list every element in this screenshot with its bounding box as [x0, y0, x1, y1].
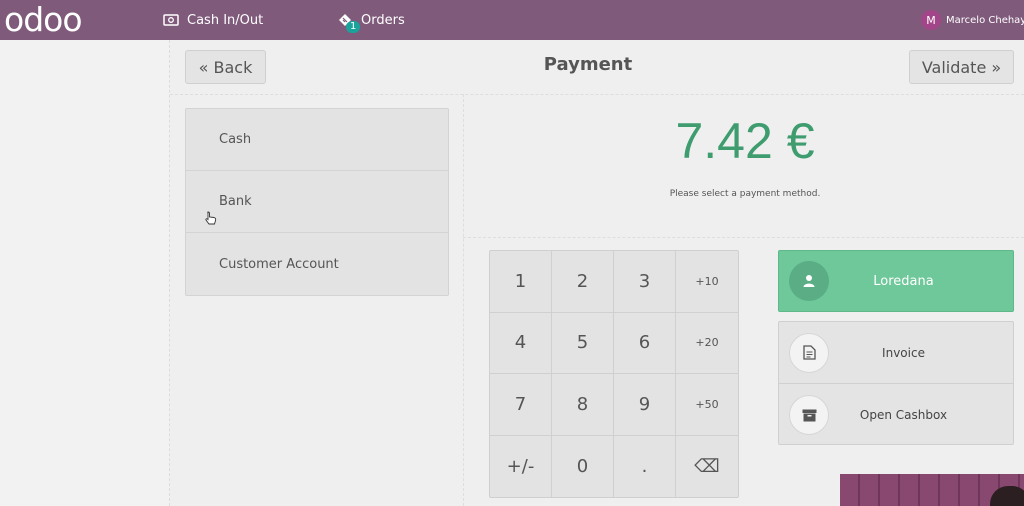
- numpad: 1 2 3 +10 4 5 6 +20 7 8 9 +50 +/- 0 . ⌫: [489, 250, 739, 498]
- customer-name: Loredana: [873, 273, 934, 289]
- user-name: Marcelo Chehayeb: [946, 14, 1024, 26]
- cash-in-out-button[interactable]: Cash In/Out: [163, 0, 263, 40]
- invoice-label: Invoice: [882, 345, 925, 360]
- payment-method-cash[interactable]: Cash: [186, 109, 448, 171]
- webcam-overlay: [840, 474, 1024, 506]
- customer-button[interactable]: Loredana: [778, 250, 1014, 312]
- user-icon: [789, 261, 829, 301]
- numpad-key-6[interactable]: 6: [614, 312, 676, 374]
- open-cashbox-button[interactable]: Open Cashbox: [779, 384, 1013, 446]
- file-text-icon: [789, 332, 829, 373]
- archive-icon: [789, 395, 829, 435]
- validate-button[interactable]: Validate »: [909, 50, 1014, 84]
- hand-cursor-icon: [205, 210, 217, 229]
- orders-count-badge: 1: [346, 21, 361, 33]
- user-menu[interactable]: M Marcelo Chehayeb: [921, 10, 1024, 30]
- numpad-key-7[interactable]: 7: [490, 374, 552, 436]
- numpad-key-3[interactable]: 3: [614, 251, 676, 313]
- divider: [170, 94, 1024, 95]
- odoo-logo[interactable]: odoo: [4, 3, 83, 37]
- orders-button[interactable]: 1 Orders: [337, 0, 405, 40]
- payment-actions: Invoice Open Cashbox: [778, 321, 1014, 445]
- numpad-key-sign[interactable]: +/-: [490, 435, 552, 497]
- ticket-icon: 1: [337, 12, 361, 33]
- cash-in-out-label: Cash In/Out: [187, 12, 264, 28]
- numpad-key-4[interactable]: 4: [490, 312, 552, 374]
- money-icon: [163, 14, 179, 26]
- numpad-key-decimal[interactable]: .: [614, 435, 676, 497]
- payment-hint: Please select a payment method.: [669, 189, 821, 199]
- numpad-key-plus-20[interactable]: +20: [676, 313, 738, 374]
- total-amount: 7.42 €: [675, 113, 815, 169]
- back-button[interactable]: « Back: [185, 50, 266, 84]
- avatar: M: [921, 10, 941, 30]
- page-title: Payment: [543, 54, 633, 75]
- numpad-key-1[interactable]: 1: [490, 251, 552, 313]
- numpad-key-plus-50[interactable]: +50: [676, 374, 738, 436]
- top-bar: odoo Cash In/Out 1 Orders M Marcelo Cheh…: [0, 0, 1024, 40]
- open-cashbox-label: Open Cashbox: [859, 408, 948, 422]
- left-panel: [0, 40, 170, 506]
- numpad-key-5[interactable]: 5: [552, 312, 614, 374]
- divider: [463, 94, 464, 506]
- numpad-key-8[interactable]: 8: [552, 374, 614, 436]
- numpad-key-9[interactable]: 9: [614, 374, 676, 436]
- payment-method-bank[interactable]: Bank: [186, 171, 448, 233]
- payment-method-customer-account[interactable]: Customer Account: [186, 233, 448, 295]
- numpad-key-plus-10[interactable]: +10: [676, 251, 738, 313]
- divider: [463, 237, 1024, 238]
- numpad-key-2[interactable]: 2: [552, 251, 614, 313]
- invoice-button[interactable]: Invoice: [779, 322, 1013, 384]
- orders-label: Orders: [361, 12, 405, 28]
- numpad-key-backspace[interactable]: ⌫: [676, 436, 738, 498]
- payment-methods-list: Cash Bank Customer Account: [185, 108, 449, 296]
- numpad-key-0[interactable]: 0: [552, 435, 614, 497]
